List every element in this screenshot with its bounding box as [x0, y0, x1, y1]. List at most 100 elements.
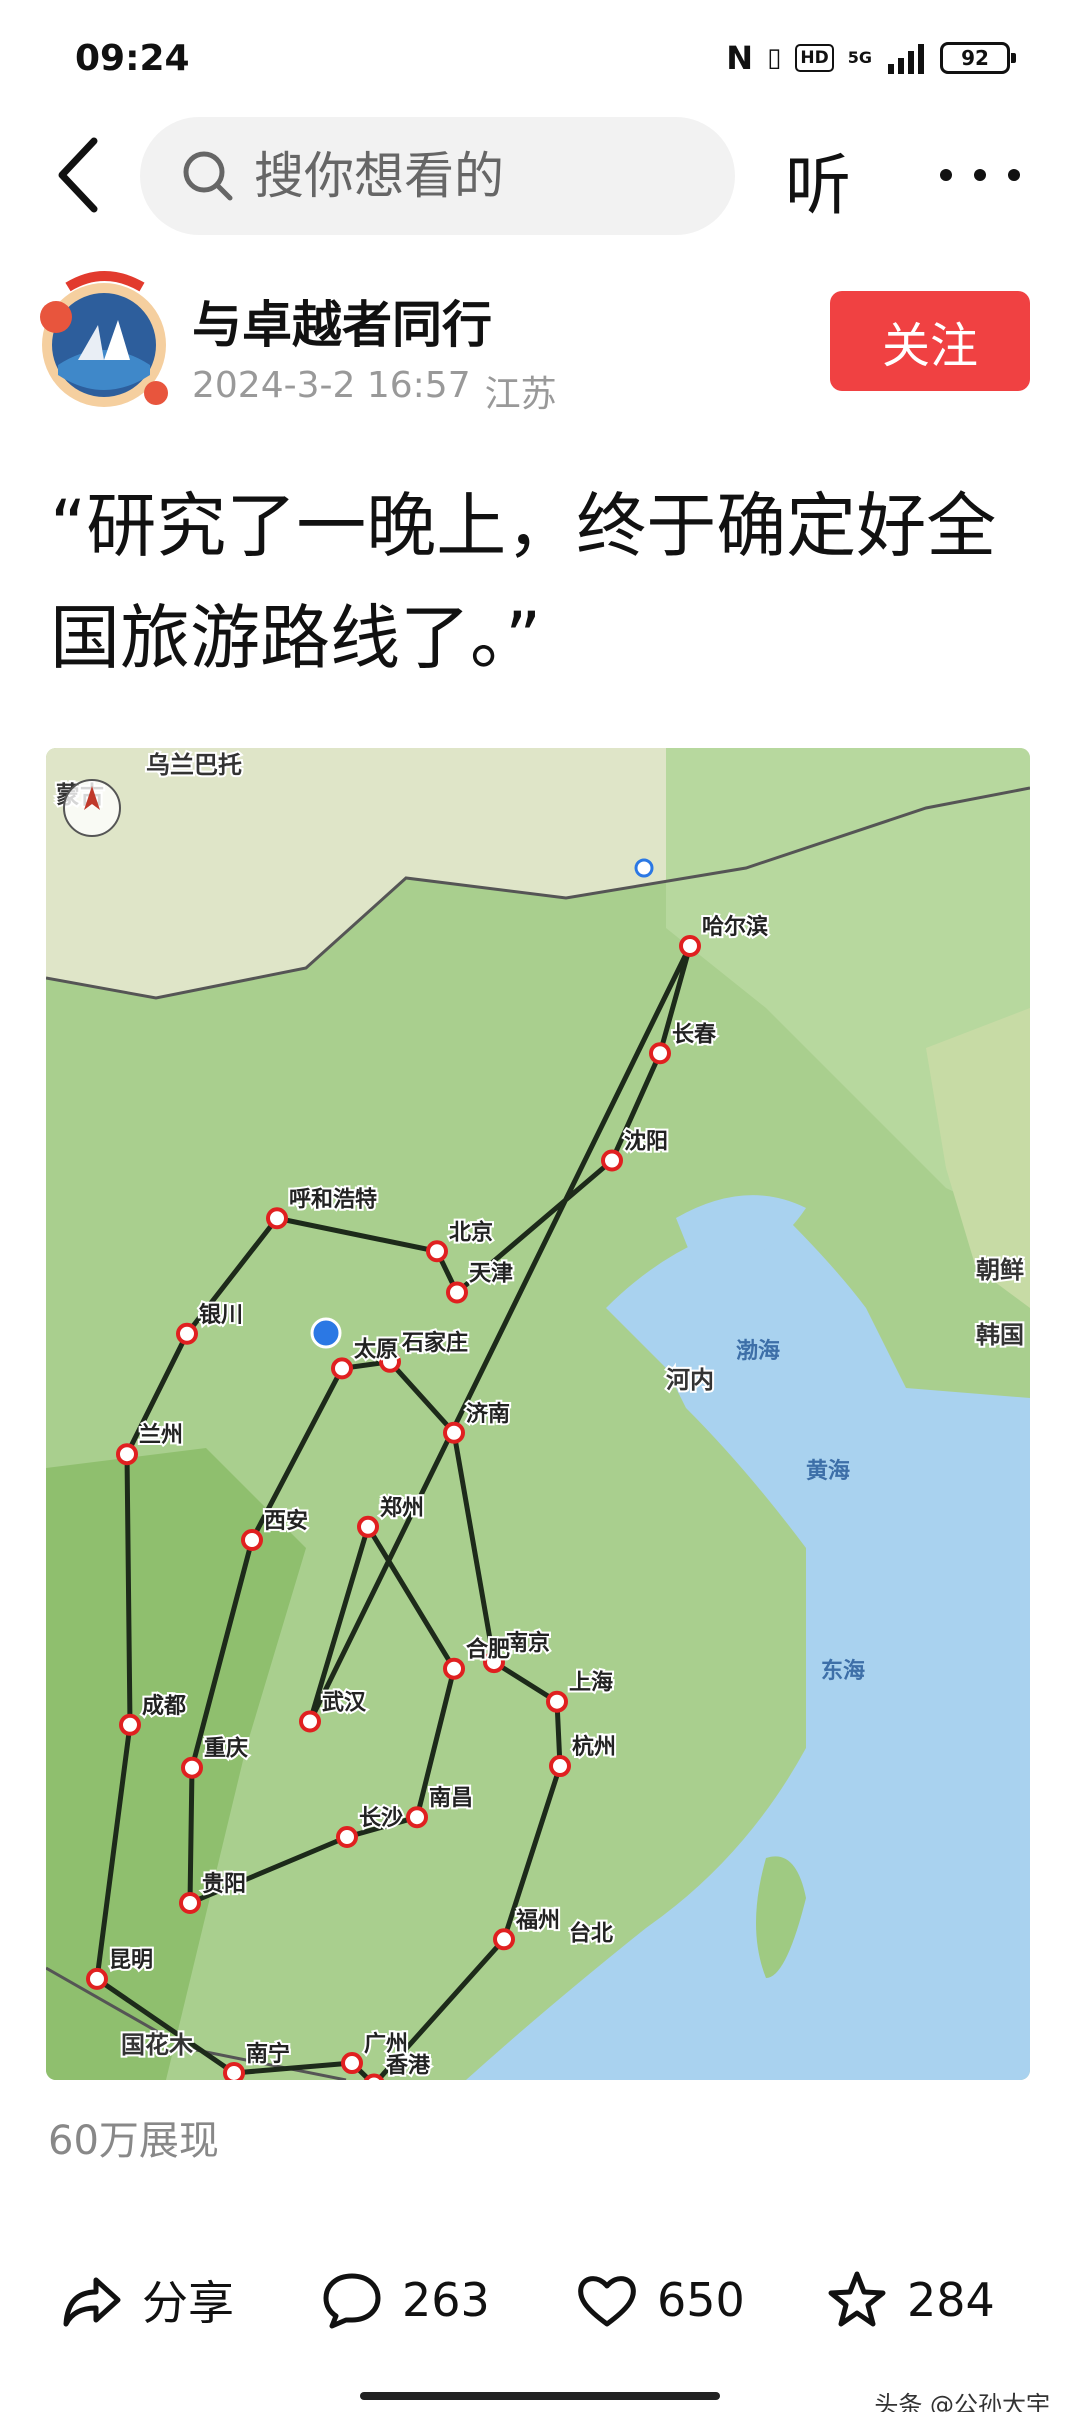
signal-icon	[888, 44, 924, 74]
route-node	[119, 1713, 141, 1736]
route-node	[426, 1240, 448, 1263]
author-row: 与卓越者同行 2024-3-2 16:57 江苏 关注	[0, 265, 1080, 425]
vibrate-icon: ▯	[767, 43, 782, 73]
sea-label: 黄海	[806, 1458, 850, 1484]
route-node	[443, 1421, 465, 1444]
watermark: 头条 @公孙大宇	[874, 2391, 1050, 2412]
city-label: 贵阳	[202, 1872, 246, 1897]
city-label: 济南	[466, 1401, 510, 1427]
network-type: 5G	[847, 48, 872, 67]
city-label: 兰州	[139, 1422, 183, 1448]
more-dot	[940, 169, 952, 181]
city-label: 太原	[354, 1337, 398, 1362]
route-node	[546, 1690, 568, 1713]
like-count: 650	[657, 2273, 745, 2327]
comment-icon	[323, 2273, 381, 2329]
status-bar: 09:24 N ▯ HD 5G 92	[0, 0, 1080, 110]
impressions-count: 60万展现	[48, 2118, 219, 2164]
sea-label: 东海	[821, 1658, 865, 1684]
avatar[interactable]	[38, 265, 170, 415]
city-label: 哈尔滨	[702, 914, 768, 940]
route-node	[406, 1806, 428, 1829]
favorite-button[interactable]: 284	[825, 2250, 995, 2350]
region-label: 国花木	[121, 2031, 194, 2059]
region-label: 韩国	[976, 1321, 1024, 1349]
city-label: 西安	[264, 1508, 308, 1534]
route-node	[299, 1710, 321, 1733]
status-icons: N ▯ HD 5G 92	[726, 38, 1016, 78]
city-label: 南京	[506, 1630, 550, 1656]
nfc-icon: N	[726, 39, 754, 77]
hd-icon: HD	[795, 44, 834, 72]
city-label: 沈阳	[624, 1130, 668, 1155]
route-node	[176, 1322, 198, 1345]
search-icon	[183, 151, 233, 201]
follow-button[interactable]: 关注	[830, 291, 1030, 391]
route-node	[179, 1892, 201, 1914]
route-node	[493, 1928, 515, 1951]
action-bar: 分享 263 650 284	[0, 2250, 1080, 2350]
status-time: 09:24	[75, 38, 190, 79]
post-image-map[interactable]: 哈尔滨长春沈阳天津北京呼和浩特银川兰州成都昆明南宁广州澳门香港福州杭州上海南京济…	[46, 748, 1030, 2080]
city-label: 香港	[386, 2054, 431, 2079]
route-node	[86, 1967, 108, 1990]
harbin-marker	[634, 858, 654, 878]
comment-button[interactable]: 263	[320, 2250, 490, 2350]
route-node	[357, 1515, 379, 1538]
share-button[interactable]: 分享	[60, 2250, 234, 2350]
city-label: 昆明	[109, 1948, 153, 1973]
more-dot	[1008, 169, 1020, 181]
city-label: 天津	[469, 1261, 513, 1287]
city-label: 石家庄	[401, 1330, 468, 1356]
region-label: 乌兰巴托	[146, 751, 242, 779]
heart-icon	[578, 2276, 636, 2327]
region-label: 朝鲜	[976, 1256, 1024, 1284]
author-name[interactable]: 与卓越者同行	[192, 285, 492, 357]
comment-count: 263	[402, 2273, 490, 2327]
more-dot	[974, 169, 986, 181]
city-label: 长沙	[359, 1806, 403, 1831]
sea-label: 渤海	[736, 1338, 780, 1364]
route-node	[266, 1207, 288, 1230]
route-node	[223, 2061, 245, 2080]
route-node	[363, 2073, 385, 2080]
route-node	[549, 1755, 571, 1778]
route-node	[331, 1357, 353, 1380]
city-label: 武汉	[322, 1691, 367, 1716]
city-label: 南宁	[246, 2041, 290, 2067]
share-label: 分享	[142, 2276, 234, 2330]
more-icon[interactable]	[940, 150, 1020, 200]
back-icon[interactable]	[50, 135, 110, 215]
city-label: 呼和浩特	[289, 1186, 377, 1212]
city-label: 台北	[569, 1921, 613, 1947]
route-node	[649, 1042, 671, 1065]
listen-button[interactable]: 听	[785, 132, 851, 228]
favorite-count: 284	[907, 2273, 995, 2327]
city-label: 南昌	[429, 1786, 473, 1811]
home-indicator[interactable]	[360, 2392, 720, 2400]
like-button[interactable]: 650	[575, 2250, 745, 2350]
route-node	[116, 1443, 138, 1466]
battery-level: 92	[961, 46, 989, 70]
route-node	[181, 1756, 203, 1779]
battery-icon: 92	[940, 42, 1016, 74]
city-label: 福州	[515, 1908, 560, 1933]
city-label: 成都	[142, 1694, 186, 1719]
post-location: 江苏	[484, 374, 557, 415]
city-label: 长春	[672, 1022, 716, 1047]
search-input[interactable]	[254, 147, 694, 205]
city-label: 合肥	[466, 1637, 510, 1663]
post-date: 2024-3-2 16:57	[192, 365, 471, 406]
city-label: 重庆	[204, 1736, 248, 1762]
search-box[interactable]	[140, 117, 735, 235]
route-node	[443, 1657, 465, 1680]
author-meta: 2024-3-2 16:57 江苏	[192, 365, 557, 417]
location-dot	[310, 1317, 342, 1349]
route-node	[341, 2052, 363, 2075]
route-node	[679, 935, 701, 957]
route-node	[446, 1281, 468, 1304]
city-label: 北京	[449, 1219, 493, 1245]
star-icon	[828, 2271, 886, 2327]
city-label: 银川	[199, 1303, 243, 1328]
route-node	[241, 1529, 263, 1551]
